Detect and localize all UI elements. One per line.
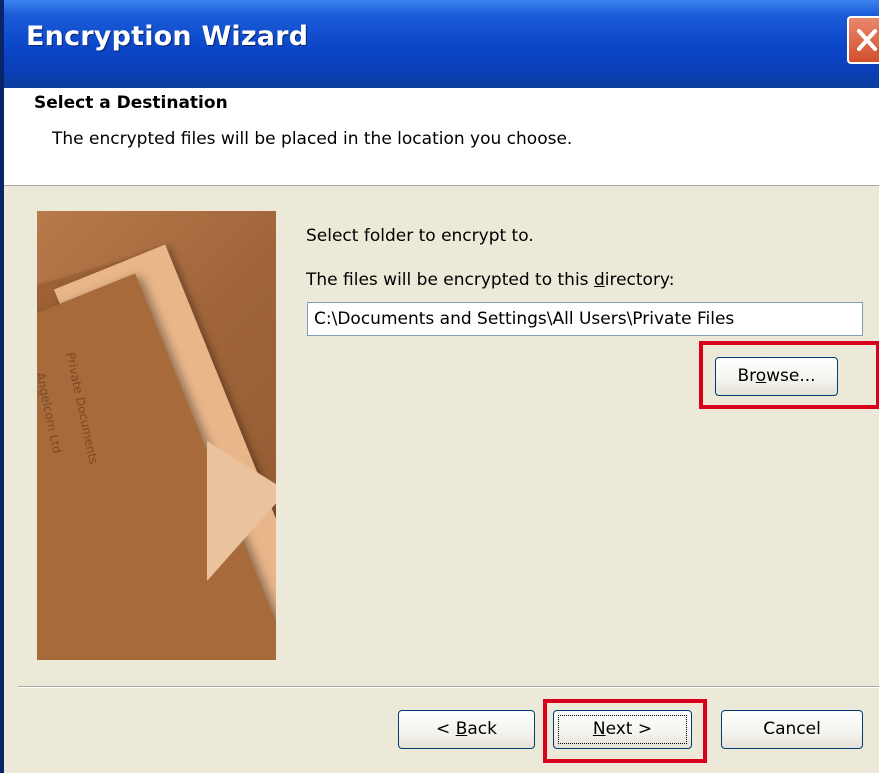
close-icon [857, 29, 877, 51]
next-highlight-box [543, 699, 707, 763]
page-title: Select a Destination [34, 93, 228, 113]
directory-label: The files will be encrypted to this dire… [306, 270, 675, 290]
close-button[interactable] [847, 16, 879, 64]
browse-highlight-box [699, 341, 879, 409]
directory-label-accesskey: d [593, 270, 605, 290]
directory-label-text-end: irectory: [604, 270, 675, 290]
back-button-label-end: ack [467, 719, 497, 739]
cancel-button[interactable]: Cancel [721, 710, 863, 749]
wizard-window: Encryption Wizard Select a Destination T… [0, 0, 879, 773]
back-button-label: < [436, 719, 456, 739]
footer-divider [18, 686, 879, 688]
instruction-text: Select folder to encrypt to. [306, 226, 534, 246]
back-button[interactable]: < Back [398, 710, 535, 749]
back-button-accesskey: B [455, 719, 468, 739]
paper-corner-graphic [207, 441, 276, 581]
wizard-header: Select a Destination The encrypted files… [4, 88, 879, 186]
title-bar[interactable]: Encryption Wizard [4, 0, 879, 88]
page-description: The encrypted files will be placed in th… [52, 129, 573, 149]
directory-path-input[interactable] [307, 302, 863, 336]
window-title: Encryption Wizard [26, 21, 309, 52]
wizard-side-image: Private Documents Angelcom Ltd [37, 211, 276, 660]
directory-label-text: The files will be encrypted to this [306, 270, 594, 290]
